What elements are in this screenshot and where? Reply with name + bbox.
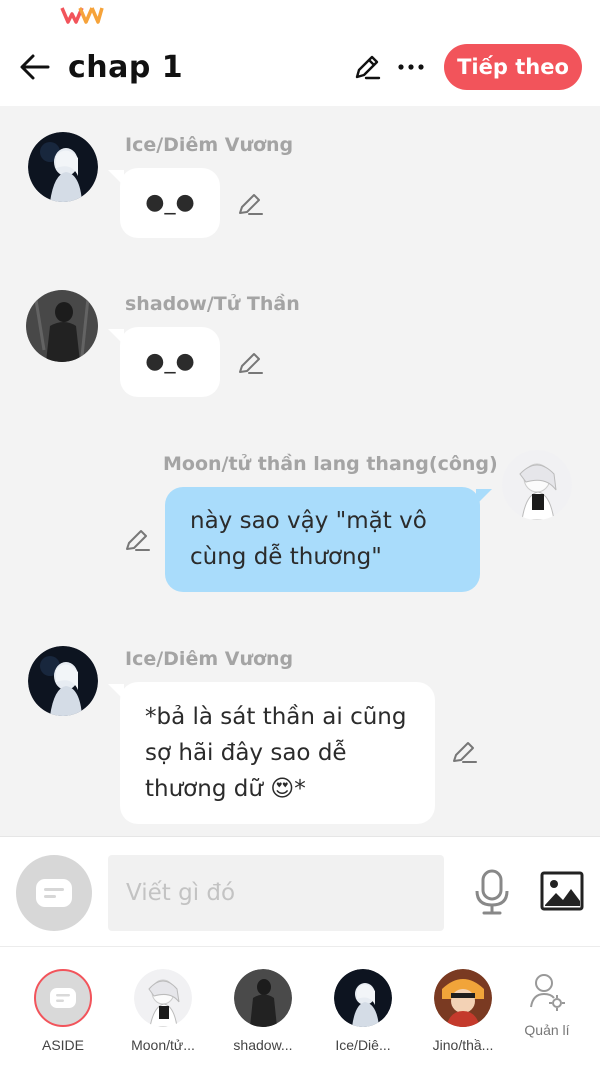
pencil-icon[interactable] xyxy=(123,526,151,554)
message-composer xyxy=(0,836,600,946)
bubble-tail xyxy=(108,170,124,186)
pencil-icon[interactable] xyxy=(236,349,264,377)
bubble-tail xyxy=(108,329,124,345)
character-label: ASIDE xyxy=(41,1037,84,1053)
status-bar xyxy=(0,0,600,36)
avatar-moon[interactable] xyxy=(502,450,572,520)
aside-icon xyxy=(36,879,72,907)
character-aside[interactable]: ASIDE xyxy=(15,969,111,1053)
avatar-ice[interactable] xyxy=(28,646,98,716)
image-icon[interactable] xyxy=(540,871,584,911)
character-label: Jino/thầ... xyxy=(432,1037,494,1053)
character-jino[interactable]: Jino/thầ... xyxy=(415,969,511,1053)
pencil-icon[interactable] xyxy=(236,190,264,218)
more-icon[interactable] xyxy=(396,52,426,82)
avatar xyxy=(334,969,392,1027)
manage-button[interactable]: Quản lí xyxy=(499,973,595,1038)
next-chapter-button[interactable]: Tiếp theo xyxy=(444,44,582,90)
bubble-tail xyxy=(108,684,124,700)
avatar xyxy=(434,969,492,1027)
chat-area[interactable]: Ice/Diêm Vương ●_● shadow/Tử Thần ●_● Mo… xyxy=(0,106,600,836)
message-author: shadow/Tử Thần xyxy=(125,293,300,315)
character-moon[interactable]: Moon/tử... xyxy=(115,969,211,1053)
manage-icon xyxy=(530,974,565,1011)
back-arrow-icon[interactable] xyxy=(18,50,52,84)
avatar xyxy=(234,969,292,1027)
avatar-shadow[interactable] xyxy=(26,290,98,362)
message-author: Moon/tử thần lang thang(công) xyxy=(163,453,498,475)
message-text: này sao vậy "mặt vô cùng dễ thương" xyxy=(190,508,427,570)
page-title: chap 1 xyxy=(68,50,184,85)
character-bar: ASIDE Moon/tử... shadow... Ice/Diê... Ji… xyxy=(0,946,600,1067)
character-label: Ice/Diê... xyxy=(335,1037,391,1053)
logo-icon xyxy=(60,7,104,24)
message-input[interactable] xyxy=(108,855,444,931)
message-text: *bả là sát thần ai cũng sợ hãi đây sao d… xyxy=(145,704,407,802)
message-bubble[interactable]: này sao vậy "mặt vô cùng dễ thương" xyxy=(165,487,492,592)
character-shadow[interactable]: shadow... xyxy=(215,969,311,1053)
aside-toggle-button[interactable] xyxy=(16,855,92,931)
pencil-icon[interactable] xyxy=(450,738,478,766)
avatar-ice[interactable] xyxy=(28,132,98,202)
top-bar: chap 1 Tiếp theo xyxy=(0,36,600,106)
message-bubble[interactable]: ●_● xyxy=(108,168,220,238)
avatar xyxy=(134,969,192,1027)
message-author: Ice/Diêm Vương xyxy=(125,134,294,156)
microphone-icon[interactable] xyxy=(472,869,512,915)
aside-icon xyxy=(50,988,76,1008)
bubble-tail xyxy=(476,489,492,505)
message-text: ●_● xyxy=(145,190,195,215)
character-ice[interactable]: Ice/Diê... xyxy=(315,969,411,1053)
message-bubble[interactable]: ●_● xyxy=(108,327,220,397)
message-bubble[interactable]: *bả là sát thần ai cũng sợ hãi đây sao d… xyxy=(108,682,435,824)
pencil-icon[interactable] xyxy=(352,52,382,82)
aside-avatar xyxy=(34,969,92,1027)
character-label: Quản lí xyxy=(524,1022,570,1038)
character-label: shadow... xyxy=(233,1037,293,1053)
message-text: ●_● xyxy=(145,349,195,374)
character-label: Moon/tử... xyxy=(131,1037,195,1053)
message-author: Ice/Diêm Vương xyxy=(125,648,294,670)
